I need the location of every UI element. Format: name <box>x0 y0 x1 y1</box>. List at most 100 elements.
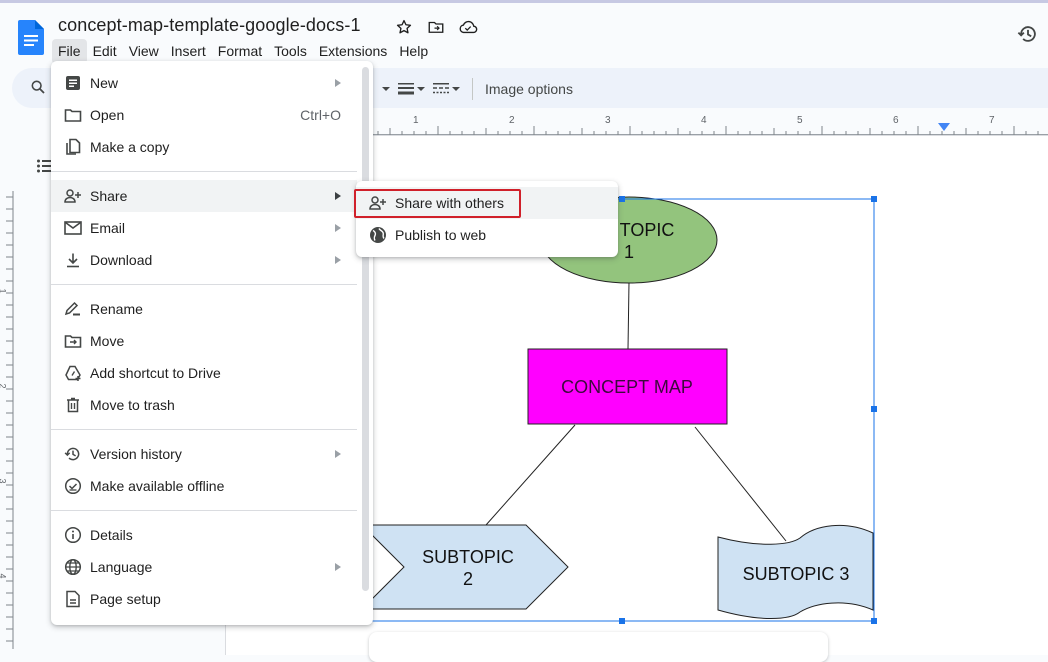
subtopic2-label-line1: SUBTOPIC <box>422 547 514 567</box>
subtopic2-chevron <box>360 524 569 610</box>
menu-item-label: Make available offline <box>90 478 225 494</box>
submenu-arrow-icon <box>335 79 341 87</box>
menu-divider <box>51 171 357 172</box>
menu-item-label: Add shortcut to Drive <box>90 365 221 381</box>
ruler-label: 3 <box>605 115 611 126</box>
trash-icon <box>64 396 82 414</box>
offline-icon <box>64 477 82 495</box>
ruler-label: 7 <box>989 115 995 126</box>
resize-handle-top-right[interactable] <box>871 196 877 202</box>
ruler-label: 6 <box>893 115 899 126</box>
menu-item-label: Download <box>90 252 153 268</box>
menu-item-label: Move to trash <box>90 397 175 413</box>
resize-handle-bottom[interactable] <box>619 618 625 624</box>
ruler-label: 4 <box>0 573 8 578</box>
menu-item-label: Version history <box>90 446 182 462</box>
globe-filled-icon <box>369 226 387 244</box>
submenu-arrow-icon <box>335 450 341 458</box>
menu-item-move-to-trash[interactable]: Move to trash <box>51 389 357 421</box>
menu-item-make-a-copy[interactable]: Make a copy <box>51 131 357 163</box>
resize-handle-right[interactable] <box>871 406 877 412</box>
topic1-label-line2: 1 <box>624 242 634 262</box>
document-icon <box>64 74 82 92</box>
ruler-label: 2 <box>0 383 8 388</box>
submenu-arrow-icon <box>335 563 341 571</box>
move-to-folder-icon[interactable] <box>425 16 447 38</box>
menu-item-language[interactable]: Language <box>51 551 357 583</box>
topic1-label-line1: TOPIC <box>620 220 675 240</box>
menu-item-make-available-offline[interactable]: Make available offline <box>51 470 357 502</box>
border-weight-icon <box>398 83 414 95</box>
menu-divider <box>51 429 357 430</box>
ruler-label: 1 <box>413 115 419 126</box>
document-title[interactable]: concept-map-template-google-docs-1 <box>58 15 361 36</box>
submenu-arrow-icon <box>335 224 341 232</box>
menu-item-label: Share <box>90 188 128 204</box>
annotation-highlight-box <box>354 189 521 218</box>
right-indent-marker-icon[interactable] <box>938 123 950 131</box>
download-icon <box>64 251 82 269</box>
ruler-label: 3 <box>0 478 8 483</box>
image-inline-toolbar[interactable] <box>369 632 828 662</box>
copy-icon <box>64 138 82 156</box>
menu-help[interactable]: Help <box>393 39 434 64</box>
submenu-item-publish-to-web[interactable]: Publish to web <box>356 219 618 251</box>
border-dash-dropdown[interactable] <box>433 82 460 96</box>
version-history-icon[interactable] <box>1014 20 1042 48</box>
submenu-arrow-icon <box>335 256 341 264</box>
info-icon <box>64 526 82 544</box>
menu-item-new[interactable]: New <box>51 67 357 99</box>
menu-item-move[interactable]: Move <box>51 325 357 357</box>
submenu-arrow-icon <box>335 192 341 200</box>
drive-shortcut-icon <box>64 364 82 382</box>
ruler-label: 4 <box>701 115 707 126</box>
toolbar-divider <box>472 78 473 100</box>
menu-item-email[interactable]: Email <box>51 212 357 244</box>
cloud-saved-icon[interactable] <box>457 16 479 38</box>
menu-item-label: New <box>90 75 119 91</box>
menu-item-label: Page setup <box>90 591 161 607</box>
subtopic3-label: SUBTOPIC 3 <box>743 564 850 584</box>
caret-down-icon <box>452 87 460 91</box>
docs-logo-icon[interactable] <box>18 20 44 55</box>
resize-handle-top[interactable] <box>619 196 625 202</box>
menu-item-share[interactable]: Share <box>51 180 357 212</box>
menu-item-download[interactable]: Download <box>51 244 357 276</box>
connector-subtopic3 <box>694 426 787 542</box>
menu-item-label: Details <box>90 527 133 543</box>
menu-scrollbar[interactable] <box>362 67 369 591</box>
submenu-item-label: Publish to web <box>395 227 487 243</box>
border-weight-dropdown[interactable] <box>398 82 425 96</box>
history-icon <box>64 445 82 463</box>
menu-item-label: Email <box>90 220 126 236</box>
move-folder-icon <box>64 332 82 350</box>
folder-icon <box>64 106 82 124</box>
connector-topic1 <box>627 281 630 350</box>
image-options-button[interactable]: Image options <box>485 81 573 97</box>
menu-item-version-history[interactable]: Version history <box>51 438 357 470</box>
subtopic2-label-line2: 2 <box>463 569 473 589</box>
menu-divider <box>51 284 357 285</box>
caret-down-icon <box>382 87 390 91</box>
menu-item-add-shortcut[interactable]: Add shortcut to Drive <box>51 357 357 389</box>
page-setup-icon <box>64 590 82 608</box>
concept-map-label: CONCEPT MAP <box>561 377 693 397</box>
search-menus-icon[interactable] <box>30 79 46 100</box>
resize-handle-bottom-right[interactable] <box>871 618 877 624</box>
star-icon[interactable] <box>393 16 415 38</box>
file-menu: New Open Ctrl+O Make a copy Share Email … <box>51 61 373 625</box>
vertical-ruler[interactable]: 1 2 3 4 <box>0 131 14 649</box>
menu-item-label: Make a copy <box>90 139 170 155</box>
rename-icon <box>64 300 82 318</box>
menu-item-open[interactable]: Open Ctrl+O <box>51 99 357 131</box>
menu-item-label: Rename <box>90 301 143 317</box>
ruler-label: 1 <box>0 288 8 293</box>
menu-item-details[interactable]: Details <box>51 519 357 551</box>
menu-item-page-setup[interactable]: Page setup <box>51 583 357 615</box>
ruler-label: 2 <box>509 115 515 126</box>
menu-divider <box>51 510 357 511</box>
shortcut-label: Ctrl+O <box>300 107 341 123</box>
border-dash-icon <box>433 83 449 94</box>
menu-item-rename[interactable]: Rename <box>51 293 357 325</box>
wrap-text-dropdown[interactable] <box>382 87 390 91</box>
